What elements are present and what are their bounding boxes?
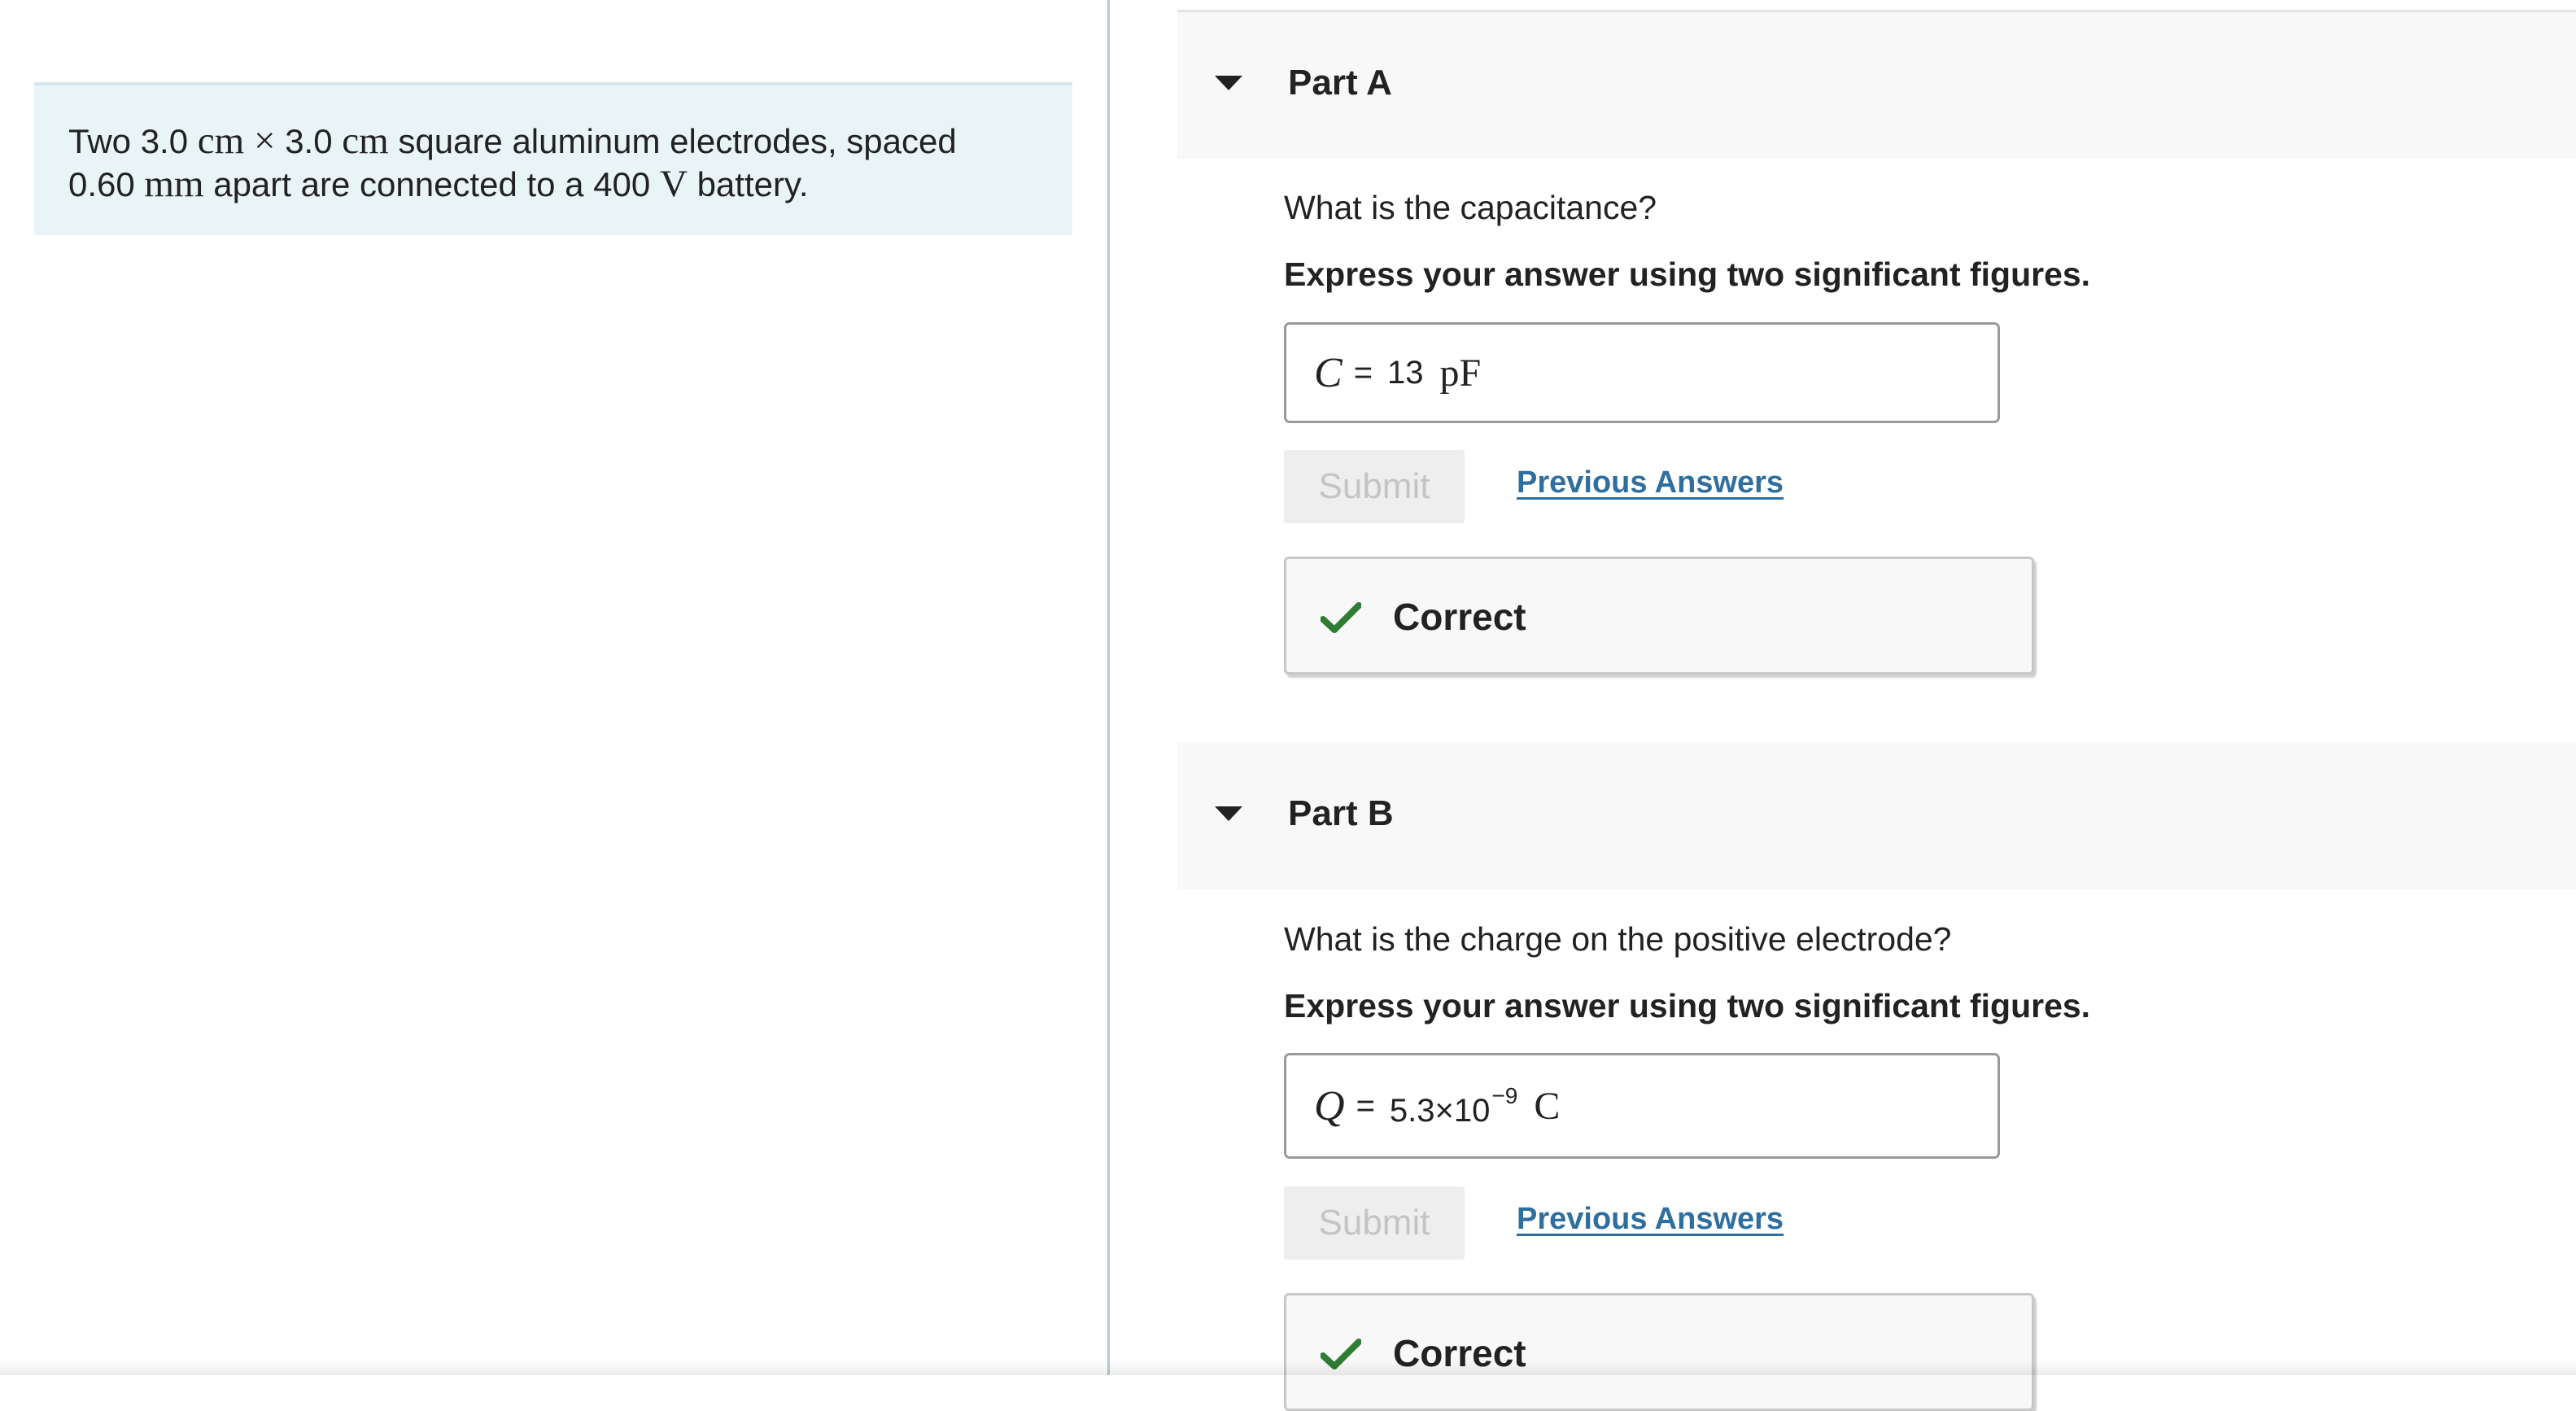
answer-variable: Q [1314, 1082, 1345, 1129]
parts-pane: Part A What is the capacitance? Express … [1177, 0, 2576, 1411]
part-b-question: What is the charge on the positive elect… [1284, 920, 1952, 958]
check-icon [1321, 602, 1361, 633]
part-b-previous-answers-link[interactable]: Previous Answers [1517, 1202, 1784, 1237]
part-b-answer-field[interactable]: Q = 5.3×10−9 C [1284, 1053, 2000, 1159]
problem-line-1: Two 3.0 cm × 3.0 cm square aluminum elec… [68, 120, 957, 162]
part-a-feedback: Correct [1284, 557, 2034, 675]
pane-divider[interactable] [1107, 0, 1110, 1375]
part-b-title: Part B [1288, 793, 1394, 833]
answer-exponent: −9 [1491, 1082, 1518, 1108]
part-a-question: What is the capacitance? [1284, 189, 1657, 226]
part-a-previous-answers-link[interactable]: Previous Answers [1517, 465, 1784, 500]
part-a-submit-button[interactable]: Submit [1284, 450, 1465, 523]
answer-variable: C [1314, 349, 1343, 396]
part-a-instruction: Express your answer using two significan… [1284, 256, 2091, 293]
problem-statement: Two 3.0 cm × 3.0 cm square aluminum elec… [34, 82, 1072, 235]
answer-unit: pF [1439, 351, 1482, 395]
caret-down-icon[interactable] [1215, 76, 1242, 90]
problem-pane: Two 3.0 cm × 3.0 cm square aluminum elec… [0, 0, 1107, 1375]
bottom-edge-shadow [0, 1361, 2576, 1375]
feedback-text: Correct [1393, 596, 1526, 638]
part-a-title: Part A [1288, 63, 1392, 103]
part-b-instruction: Express your answer using two significan… [1284, 987, 2091, 1024]
answer-value: 13 [1387, 354, 1424, 391]
equals-sign: = [1356, 1087, 1375, 1124]
part-b-submit-button[interactable]: Submit [1284, 1186, 1465, 1260]
caret-down-icon[interactable] [1215, 806, 1242, 821]
part-a-header[interactable]: Part A [1177, 12, 2576, 159]
part-b-feedback: Correct [1284, 1293, 2034, 1411]
answer-unit: C [1534, 1084, 1561, 1128]
part-b-header[interactable]: Part B [1177, 743, 2576, 889]
answer-value: 5.3×10−9 [1389, 1082, 1518, 1129]
problem-line-2: 0.60 mm apart are connected to a 400 V b… [68, 163, 809, 205]
equals-sign: = [1353, 354, 1373, 391]
part-a-answer-field[interactable]: C = 13 pF [1284, 322, 2000, 423]
